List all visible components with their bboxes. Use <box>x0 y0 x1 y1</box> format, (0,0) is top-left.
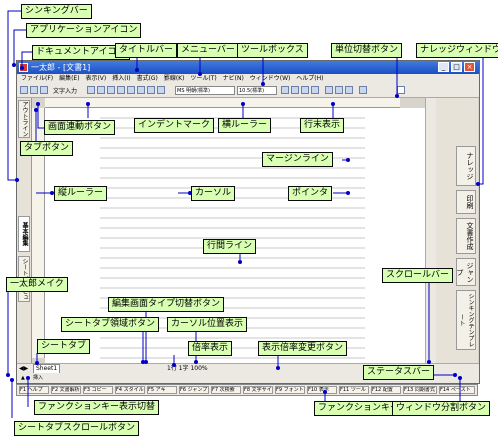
callout-screen-link-button: 画面連動ボタン <box>44 120 116 135</box>
callout-menu-bar: メニューバー <box>177 43 239 58</box>
callout-fkey-display: ファンクションキー表示切替 <box>34 400 160 415</box>
callout-unit-switch: 単位切替ボタン <box>331 43 403 58</box>
callout-v-ruler: 縦ルーラー <box>54 186 108 201</box>
callout-status-bar: ステータスバー <box>363 365 435 380</box>
callout-scroll-bar: スクロールバー <box>382 268 454 283</box>
callout-pointer: ポインタ <box>288 186 333 201</box>
callout-knowledge-window: ナレッジウィンドウ <box>416 43 498 58</box>
callout-sheet-tab-scroll: シートタブスクロールボタン <box>14 421 140 436</box>
callout-cursor: カーソル <box>191 186 236 201</box>
callout-tab-button: タブボタン <box>20 141 74 156</box>
callout-app-icon: アプリケーションアイコン <box>26 23 142 38</box>
callout-indent-mark: インデントマーク <box>134 118 215 133</box>
callout-zoom-display: 倍率表示 <box>188 341 233 356</box>
callout-zoom-change: 表示倍率変更ボタン <box>258 341 348 356</box>
callout-h-ruler: 横ルーラー <box>218 118 272 133</box>
callout-ichitaro-make: 一太郎メイク <box>6 277 68 292</box>
callout-margin-line: マージンライン <box>262 152 333 167</box>
callout-line-spacing: 行間ライン <box>203 239 257 254</box>
callout-function-key: ファンクションキー <box>314 401 404 416</box>
callout-window-split: ウィンドウ分割ボタン <box>392 401 491 416</box>
callout-cursor-pos: カーソル位置表示 <box>167 317 248 332</box>
callout-line-end: 行末表示 <box>300 118 345 133</box>
callout-title-bar: タイトルバー <box>115 43 178 58</box>
callout-edit-type-switch: 編集画面タイプ切替ボタン <box>108 297 225 312</box>
callout-sheet-tab: シートタブ <box>37 339 91 354</box>
callout-tool-box: ツールボックス <box>237 43 308 58</box>
callout-thinking-bar: シンキングバー <box>21 4 92 19</box>
callout-sheet-tab-area: シートタブ領域ボタン <box>61 317 160 332</box>
